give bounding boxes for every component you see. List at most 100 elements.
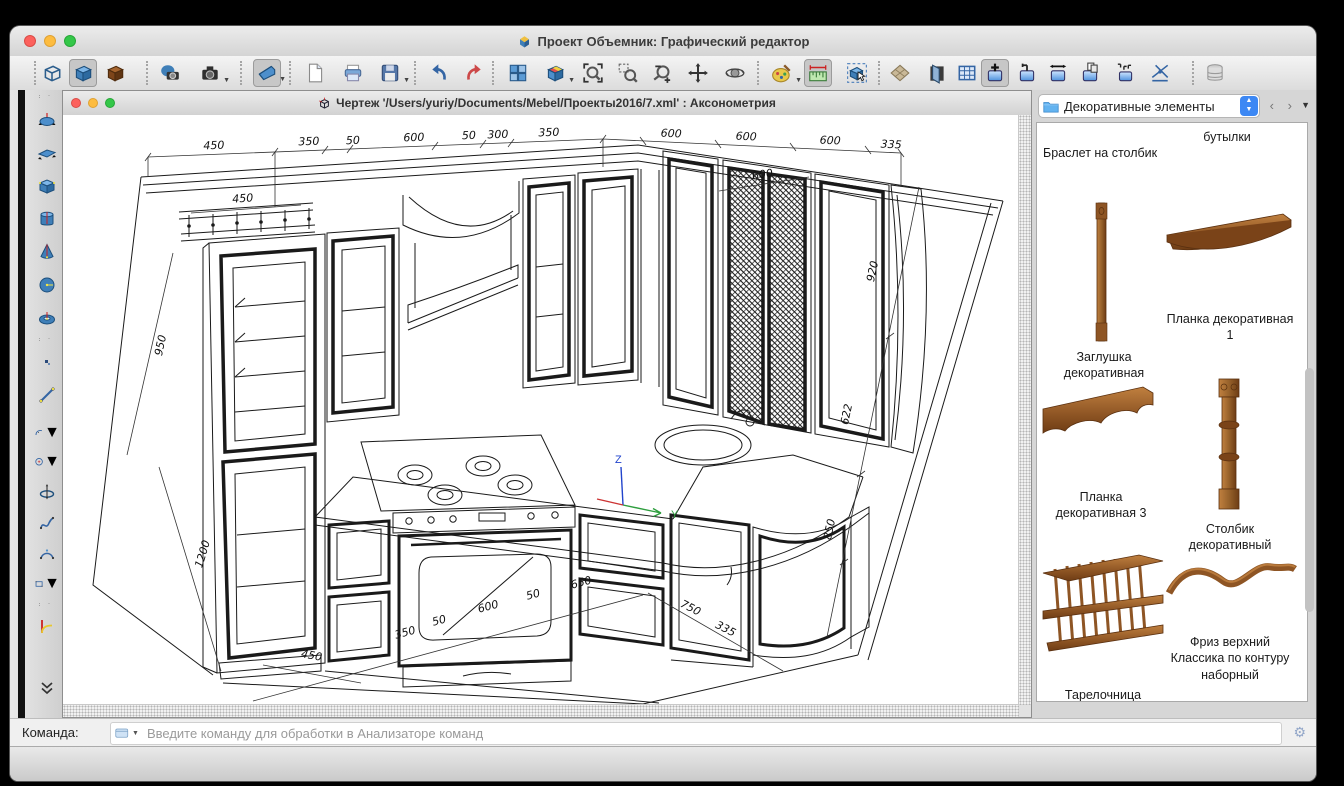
wireframe-view-button[interactable] bbox=[38, 59, 66, 87]
torus-tool-button[interactable] bbox=[34, 305, 60, 331]
rectangle-tool-button[interactable]: ▼ bbox=[34, 571, 60, 597]
library-item-label[interactable]: Планка декоративная 1 bbox=[1165, 311, 1295, 344]
perspective-view-button[interactable]: ▼ bbox=[253, 59, 281, 87]
measure-box-button[interactable] bbox=[1146, 59, 1174, 87]
cylinder-tool-button[interactable] bbox=[34, 206, 60, 232]
redo-button[interactable] bbox=[459, 59, 487, 87]
library-item-label[interactable]: Браслет на столбик bbox=[1043, 145, 1213, 161]
zoom-in-out-button[interactable] bbox=[649, 59, 677, 87]
dim-label: 600 bbox=[476, 598, 500, 616]
copy-box-button[interactable] bbox=[1076, 59, 1104, 87]
textured-view-button[interactable] bbox=[101, 59, 129, 87]
nav-back-button[interactable]: ‹ bbox=[1270, 98, 1274, 113]
more-tools-button[interactable] bbox=[34, 675, 60, 701]
shaded-view-button[interactable] bbox=[69, 59, 97, 87]
disc-tool-button[interactable] bbox=[34, 107, 60, 133]
axis-y-label: Y bbox=[671, 509, 679, 521]
panel-scrollbar-thumb[interactable] bbox=[1305, 368, 1314, 612]
orbit-button[interactable] bbox=[721, 59, 749, 87]
select-stepper-icon: ▲▼ bbox=[1240, 96, 1258, 116]
library-item-label[interactable]: Столбик декоративный bbox=[1165, 521, 1295, 554]
drawing-canvas[interactable]: Y Z 450 350 bbox=[63, 115, 1019, 705]
paint-materials-button[interactable]: ▼ bbox=[768, 59, 796, 87]
library-item-thumb-planka1[interactable] bbox=[1163, 211, 1297, 267]
plate-tool-button[interactable] bbox=[34, 140, 60, 166]
polyline-tool-button[interactable] bbox=[34, 510, 60, 536]
wireframe-view-icon bbox=[41, 62, 63, 84]
gear-icon[interactable]: ⚙ bbox=[1293, 724, 1306, 741]
line-icon bbox=[37, 385, 57, 405]
tile-windows-button[interactable] bbox=[504, 59, 532, 87]
group-box-button[interactable] bbox=[1111, 59, 1139, 87]
library-item-thumb-stolbik[interactable] bbox=[1209, 377, 1249, 513]
zoom-in-out-icon bbox=[652, 62, 674, 84]
tile-windows-icon bbox=[507, 62, 529, 84]
width-box-button[interactable] bbox=[1044, 59, 1072, 87]
library-item-thumb-planka3[interactable] bbox=[1039, 381, 1163, 447]
new-document-button[interactable] bbox=[301, 59, 329, 87]
palette-separator: · · · bbox=[38, 602, 56, 606]
document-titlebar: Чертеж '/Users/yuriy/Documents/Mebel/Про… bbox=[63, 91, 1031, 116]
command-input[interactable] bbox=[145, 725, 1281, 742]
library-item-label[interactable]: Заглушка декоративная bbox=[1042, 349, 1166, 382]
library-item-label[interactable]: Тарелочница bbox=[1043, 687, 1163, 702]
dim-label: 350 bbox=[538, 126, 559, 140]
scrollbar-corner bbox=[1019, 705, 1031, 717]
edit-selection-button[interactable] bbox=[843, 59, 871, 87]
pan-button[interactable] bbox=[684, 59, 712, 87]
arc-tool-button[interactable]: ▼ bbox=[34, 420, 60, 446]
undo-button[interactable] bbox=[426, 59, 454, 87]
screen: Проект Объемник: Графический редактор bbox=[0, 0, 1344, 786]
library-item-list: бутылки Браслет на столбик Заглушка деко… bbox=[1036, 122, 1308, 702]
canvas-horizontal-scrollbar[interactable] bbox=[63, 704, 1019, 717]
dim-label: 335 bbox=[713, 618, 738, 639]
print-button[interactable] bbox=[339, 59, 367, 87]
dimensions-button[interactable] bbox=[804, 59, 832, 87]
zoom-extents-button[interactable] bbox=[579, 59, 607, 87]
library-item-thumb-tarelochnitsa[interactable] bbox=[1039, 553, 1169, 665]
redo-icon bbox=[462, 62, 484, 84]
render-photo-button[interactable] bbox=[156, 59, 184, 87]
fitting-box-button[interactable] bbox=[1013, 59, 1041, 87]
cone-tool-button[interactable] bbox=[34, 239, 60, 265]
app-icon bbox=[517, 34, 532, 49]
render-camera-button[interactable]: ▼ bbox=[196, 59, 224, 87]
add-box-button[interactable] bbox=[981, 59, 1009, 87]
texture-diamond-button[interactable] bbox=[886, 59, 914, 87]
nav-forward-button[interactable]: › bbox=[1288, 98, 1292, 113]
materials-cube-button[interactable]: ▼ bbox=[541, 59, 569, 87]
ellipse-axis-tool-button[interactable] bbox=[34, 479, 60, 505]
cylinder-icon bbox=[37, 209, 57, 229]
category-select[interactable]: Декоративные элементы ▲▼ bbox=[1038, 94, 1260, 118]
canvas-vertical-scrollbar[interactable] bbox=[1018, 115, 1031, 705]
table-grid-button[interactable] bbox=[953, 59, 981, 87]
sphere-tool-button[interactable] bbox=[34, 272, 60, 298]
fillet-tool-button[interactable] bbox=[34, 614, 60, 640]
library-item-label[interactable]: Планка декоративная 3 bbox=[1039, 489, 1163, 522]
point-tool-button[interactable] bbox=[34, 349, 60, 375]
save-button[interactable]: ▼ bbox=[376, 59, 404, 87]
app-window: Проект Объемник: Графический редактор bbox=[10, 26, 1316, 781]
database-button[interactable] bbox=[1201, 59, 1229, 87]
document-title-wrap: Чертеж '/Users/yuriy/Documents/Mebel/Про… bbox=[63, 91, 1031, 115]
disc-icon bbox=[37, 110, 57, 130]
zoom-window-button[interactable] bbox=[614, 59, 642, 87]
circle-tool-button[interactable]: ▼ bbox=[34, 449, 60, 475]
window-footer bbox=[10, 746, 1316, 781]
width-box-icon bbox=[1047, 62, 1069, 84]
panel-menu-button[interactable]: ▼ bbox=[1301, 100, 1310, 110]
facade-door-button[interactable] bbox=[923, 59, 951, 87]
library-item-thumb-zaglushka[interactable] bbox=[1087, 199, 1115, 345]
palette-handle[interactable]: · · · bbox=[38, 94, 56, 98]
dim-label: 750 bbox=[678, 597, 703, 618]
library-item-thumb-friz[interactable] bbox=[1165, 557, 1299, 605]
tool-palette: · · · bbox=[10, 90, 62, 718]
plate-icon bbox=[37, 143, 57, 163]
library-item-label[interactable]: Фриз верхний Классика по контуру наборны… bbox=[1167, 634, 1293, 683]
command-field[interactable]: ▼ bbox=[110, 722, 1282, 745]
line-tool-button[interactable] bbox=[34, 382, 60, 408]
box-tool-button[interactable] bbox=[34, 173, 60, 199]
dropdown-arrow-icon: ▼ bbox=[568, 77, 575, 84]
command-bar: Команда: ▼ ⚙ bbox=[10, 718, 1316, 747]
arch-tool-button[interactable] bbox=[34, 540, 60, 566]
